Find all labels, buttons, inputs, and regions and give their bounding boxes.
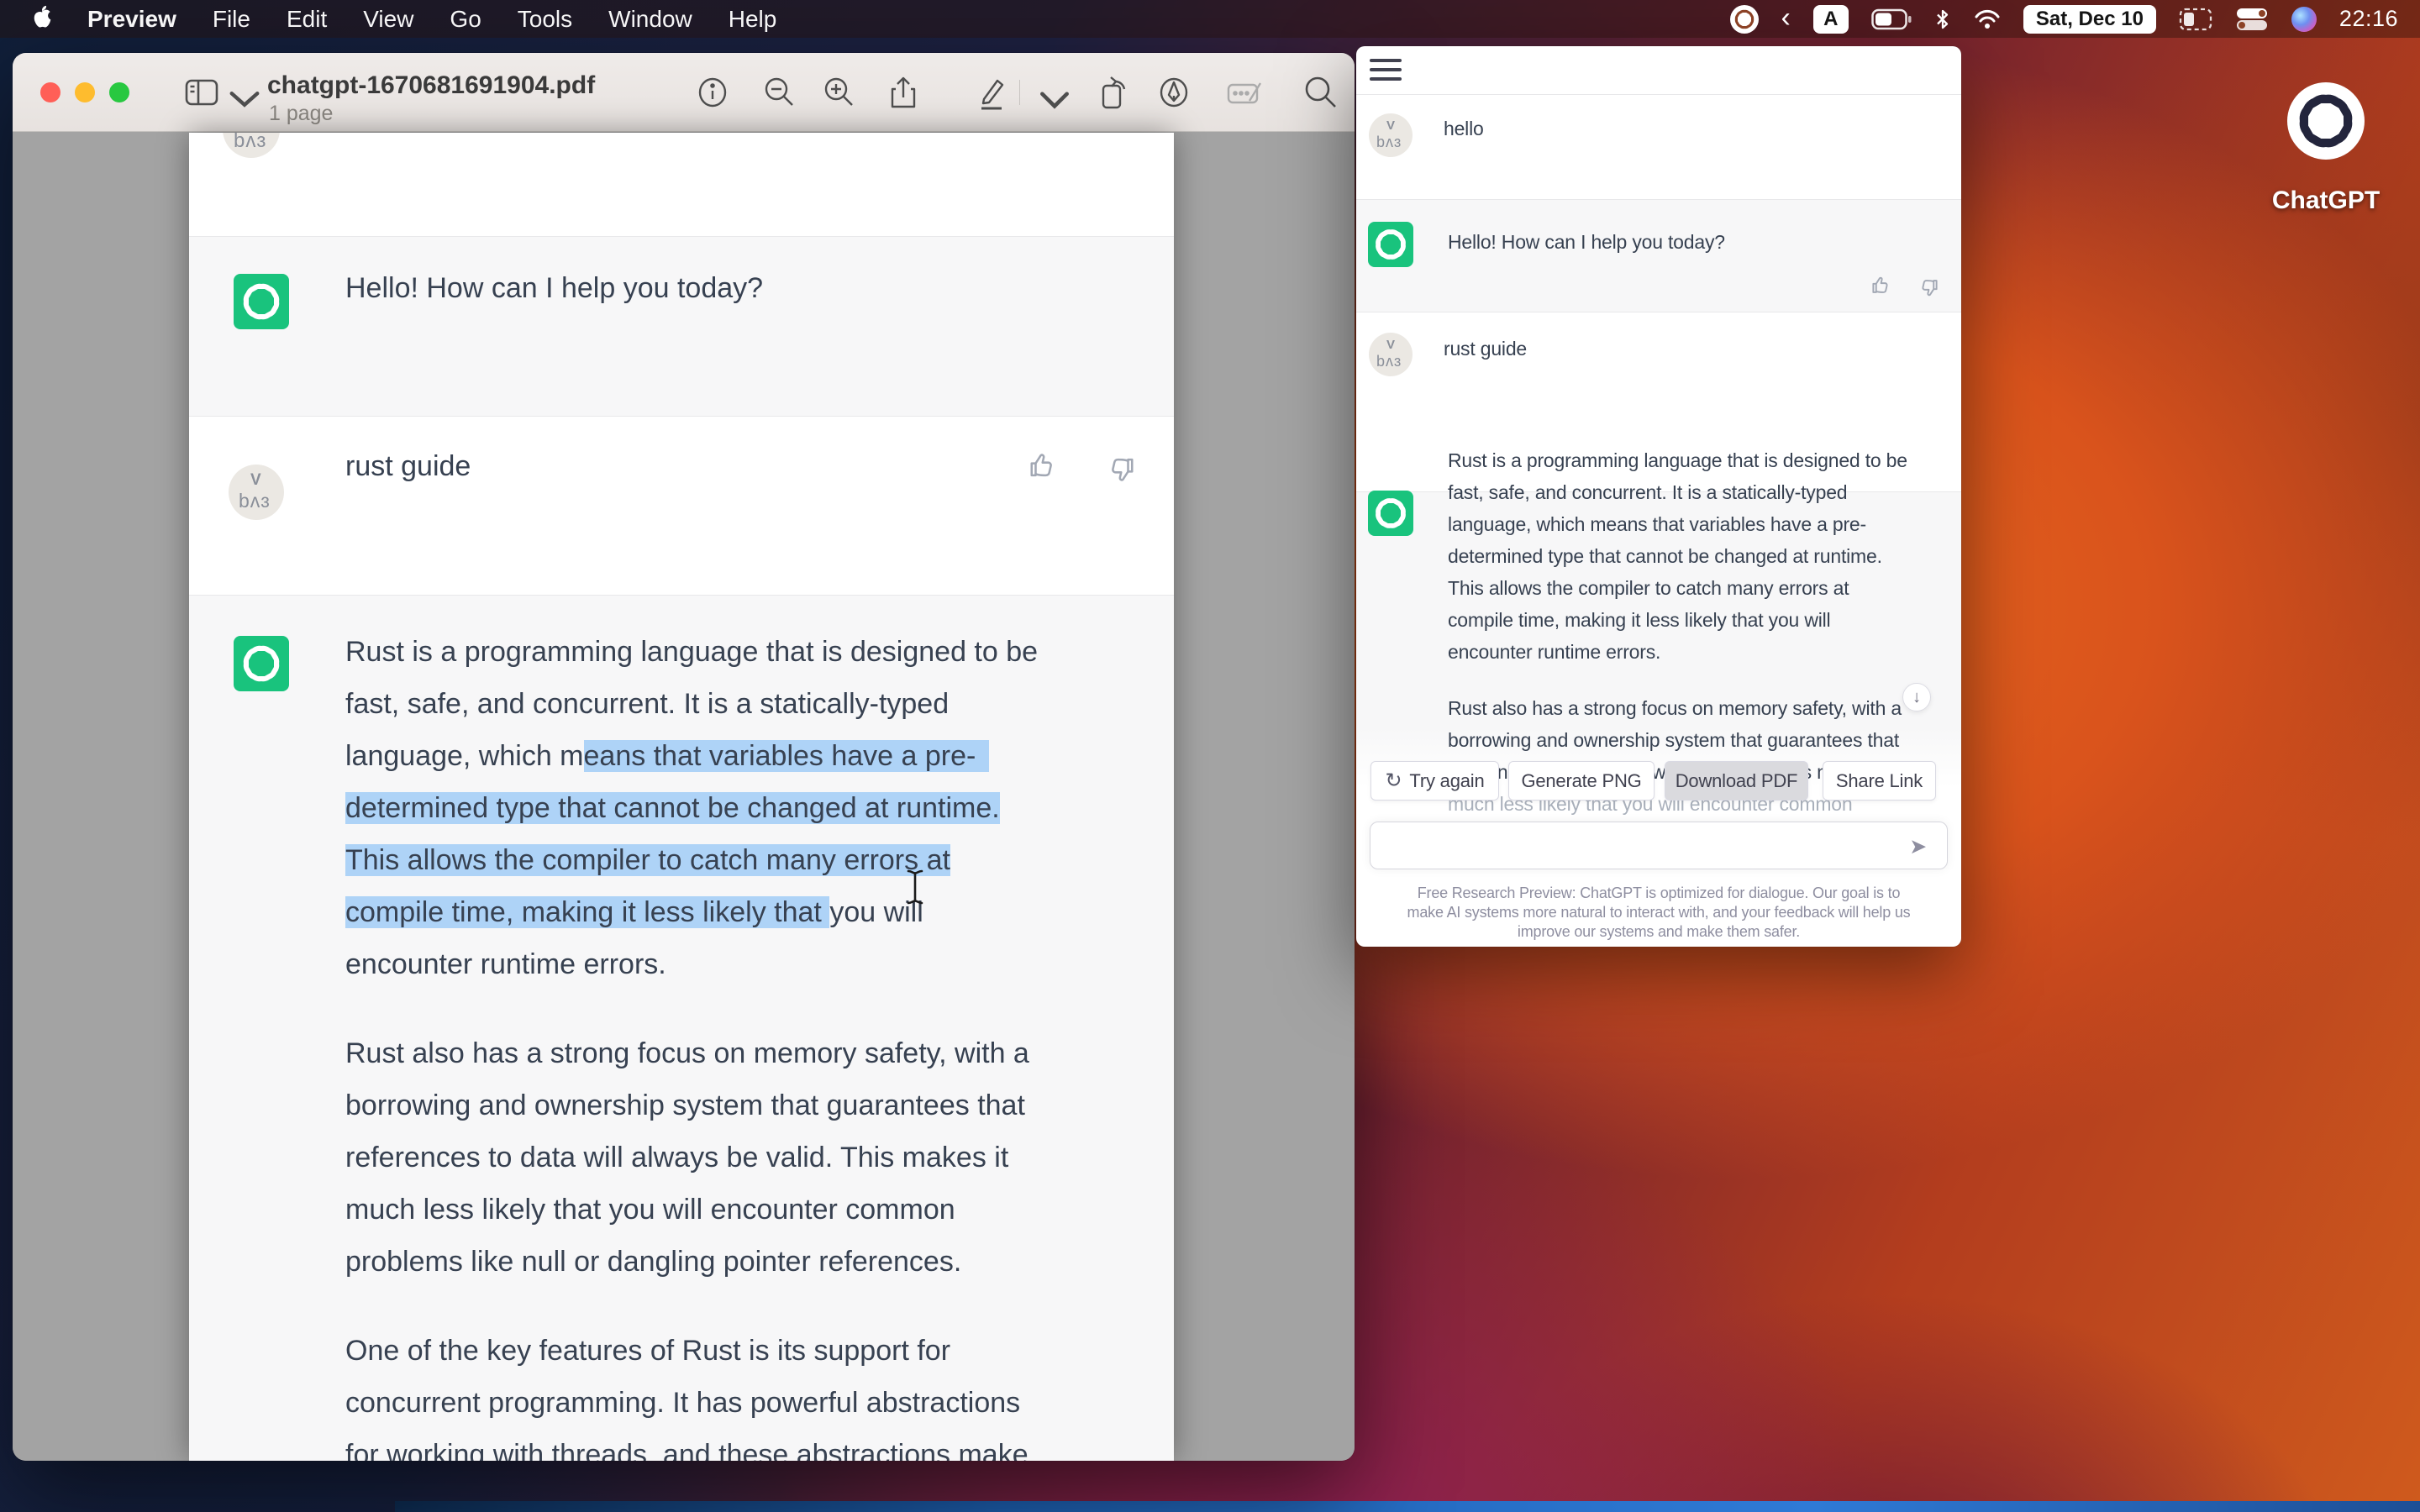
- message-input[interactable]: ➤: [1370, 822, 1948, 869]
- try-again-button[interactable]: ↻ Try again: [1370, 761, 1499, 801]
- search-icon[interactable]: [1302, 74, 1339, 111]
- chat-user-message-1: hello: [1444, 118, 1484, 140]
- menubar-time: 22:16: [2339, 6, 2398, 32]
- openai-logo-icon: [2302, 97, 2349, 144]
- chatgpt-avatar: [234, 274, 289, 329]
- chat-user-message-2: rust guide: [1444, 338, 1527, 360]
- zoom-out-icon[interactable]: [760, 74, 797, 111]
- siri-icon[interactable]: [2291, 7, 2317, 32]
- chat-paragraph-1: Rust is a programming language that is d…: [1448, 444, 1907, 668]
- screen-mirroring-icon[interactable]: [2179, 7, 2212, 32]
- thumbs-up-icon[interactable]: [1028, 449, 1060, 481]
- pdf-prompt-text: rust guide: [345, 450, 471, 483]
- status-icons: ‹ A Sat, Dec 10 22:16: [1730, 5, 2420, 34]
- avatar-user-partial: V bʌɜ: [223, 133, 280, 158]
- control-center-icon[interactable]: [2235, 7, 2269, 32]
- menu-window[interactable]: Window: [608, 6, 692, 33]
- avatar-user: V bʌɜ: [1369, 113, 1413, 157]
- pdf-paragraph-3: One of the key features of Rust is its s…: [345, 1325, 1028, 1461]
- pdf-viewport[interactable]: V bʌɜ Hello! How can I help you today?: [13, 133, 1355, 1461]
- share-icon[interactable]: [885, 74, 922, 111]
- zoom-in-icon[interactable]: [820, 74, 857, 111]
- bluetooth-icon[interactable]: [1934, 8, 1951, 31]
- desktop: Preview File Edit View Go Tools Window H…: [0, 0, 2420, 1512]
- chat-assistant-row-1: Hello! How can I help you today?: [1356, 199, 1961, 312]
- toolbar-separator: [1019, 80, 1020, 105]
- chat-paragraph-2: Rust also has a strong focus on memory s…: [1448, 692, 1902, 820]
- sidebar-chevron-icon[interactable]: [226, 81, 263, 118]
- info-icon[interactable]: [694, 74, 731, 111]
- menu-view[interactable]: View: [363, 6, 413, 33]
- wifi-icon[interactable]: [1974, 9, 2001, 29]
- window-page-count: 1 page: [269, 102, 333, 126]
- chatgpt-avatar: [234, 636, 289, 691]
- pdf-page[interactable]: V bʌɜ Hello! How can I help you today?: [189, 133, 1174, 1461]
- chatgpt-desktop-icon[interactable]: [2287, 82, 2365, 160]
- pdf-paragraph-1: Rust is a programming language that is d…: [345, 626, 1038, 990]
- menu-app-name[interactable]: Preview: [87, 6, 176, 33]
- menu-bar: Preview File Edit View Go Tools Window H…: [0, 0, 2420, 38]
- chatgpt-avatar: [1368, 491, 1413, 536]
- close-button[interactable]: [40, 82, 60, 102]
- avatar-user: V bʌɜ: [229, 465, 284, 520]
- send-icon[interactable]: ➤: [1909, 834, 1927, 859]
- preview-window: chatgpt-1670681691904.pdf 1 page: [13, 53, 1355, 1461]
- markup-pen-icon[interactable]: [1155, 74, 1192, 111]
- pdf-assistant-row-1: Hello! How can I help you today?: [189, 236, 1174, 417]
- menubar-date[interactable]: Sat, Dec 10: [2023, 5, 2156, 34]
- sidebar-toggle-icon[interactable]: [183, 74, 220, 111]
- hamburger-menu-icon[interactable]: [1370, 59, 1402, 87]
- thumbs-down-icon[interactable]: [1917, 276, 1939, 299]
- apple-menu-icon[interactable]: [29, 5, 54, 34]
- chatgpt-desktop-icon-label: ChatGPT: [2259, 186, 2393, 215]
- wallpaper-blue-strip: [395, 1501, 2420, 1512]
- menu-left: Preview File Edit View Go Tools Window H…: [0, 5, 813, 34]
- rotate-icon[interactable]: [1095, 74, 1132, 111]
- zoom-window-button[interactable]: [109, 82, 129, 102]
- chatgpt-window: V bʌɜ hello Hello! How can I help you to…: [1356, 46, 1961, 947]
- chevron-left-icon[interactable]: ‹: [1781, 3, 1791, 32]
- ibeam-cursor: [905, 869, 925, 906]
- avatar-user: V bʌɜ: [1369, 333, 1413, 376]
- generate-png-button[interactable]: Generate PNG: [1508, 761, 1655, 801]
- download-pdf-button[interactable]: Download PDF: [1665, 761, 1808, 801]
- regenerate-icon: ↻: [1385, 769, 1402, 793]
- battery-icon[interactable]: [1871, 8, 1912, 30]
- share-link-button[interactable]: Share Link: [1823, 761, 1936, 801]
- highlighter-icon[interactable]: [974, 74, 1011, 111]
- form-fill-icon[interactable]: [1226, 74, 1263, 111]
- menu-edit[interactable]: Edit: [287, 6, 327, 33]
- chatgpt-avatar: [1368, 222, 1413, 267]
- pdf-greeting-text: Hello! How can I help you today?: [345, 272, 763, 305]
- scroll-to-bottom-button[interactable]: ↓: [1902, 683, 1931, 711]
- pdf-paragraph-2: Rust also has a strong focus on memory s…: [345, 1027, 1029, 1288]
- minimize-button[interactable]: [75, 82, 95, 102]
- thumbs-up-icon[interactable]: [1870, 274, 1893, 297]
- menu-go[interactable]: Go: [450, 6, 481, 33]
- preview-toolbar: chatgpt-1670681691904.pdf 1 page: [13, 53, 1355, 132]
- thumbs-down-icon[interactable]: [1104, 454, 1136, 486]
- chat-greeting-text: Hello! How can I help you today?: [1448, 231, 1725, 254]
- menu-file[interactable]: File: [213, 6, 250, 33]
- chat-footer-disclaimer: Free Research Preview: ChatGPT is optimi…: [1356, 884, 1961, 942]
- menu-tools[interactable]: Tools: [518, 6, 572, 33]
- input-source-indicator[interactable]: A: [1813, 5, 1849, 34]
- chatgpt-menubar-icon[interactable]: [1730, 5, 1759, 34]
- menu-help[interactable]: Help: [729, 6, 777, 33]
- window-title: chatgpt-1670681691904.pdf: [267, 71, 595, 100]
- highlighter-chevron-icon[interactable]: [1036, 82, 1073, 119]
- divider: [1356, 94, 1961, 95]
